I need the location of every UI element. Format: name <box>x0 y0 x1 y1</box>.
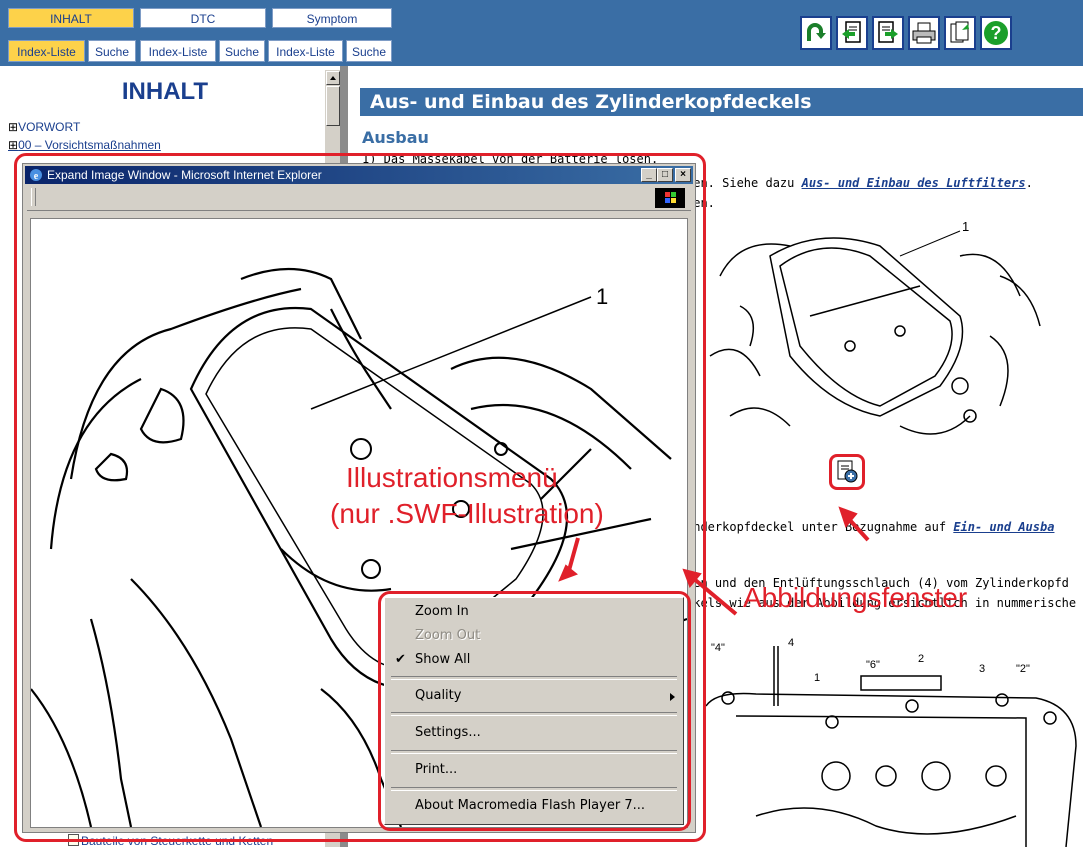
expand-image-button[interactable] <box>829 454 865 490</box>
ie-icon: e <box>29 168 43 182</box>
window-title: Expand Image Window - Microsoft Internet… <box>47 168 322 182</box>
annotation-menu-label-line2: (nur .SWF-Illustration) <box>330 498 604 529</box>
export-button[interactable] <box>944 16 976 50</box>
previous-page-button[interactable] <box>836 16 868 50</box>
back-icon <box>807 23 826 41</box>
tab-inhalt[interactable]: INHALT <box>8 8 134 28</box>
minimize-button[interactable]: _ <box>641 168 657 182</box>
sidebar-item-vorwort[interactable]: ⊞VORWORT <box>8 120 80 134</box>
tab-dtc[interactable]: DTC <box>140 8 266 28</box>
close-button[interactable]: × <box>675 168 691 182</box>
sidebar-heading: INHALT <box>121 78 209 105</box>
expand-icon[interactable]: ⊞ <box>8 120 18 134</box>
figure2-label: "2" <box>1016 663 1030 675</box>
subtab-index-liste-1[interactable]: Index-Liste <box>8 40 85 62</box>
figure2-label: 1 <box>814 672 820 684</box>
figure2-label: "6" <box>866 659 880 671</box>
engine-figure-1: 1 <box>709 219 1041 435</box>
top-toolbar-frame: INHALT DTC Symptom Index-Liste Suche Ind… <box>0 0 1083 66</box>
help-icon: ? <box>984 21 1008 45</box>
subtab-suche-1[interactable]: Suche <box>88 40 136 62</box>
link-ein-und-ausbau[interactable]: Ein- und Ausba <box>953 520 1054 534</box>
section-heading: Ausbau <box>362 128 429 147</box>
subtab-index-liste-3[interactable]: Index-Liste <box>268 40 343 62</box>
figure-callout: 1 <box>962 219 969 234</box>
help-button[interactable]: ? <box>980 16 1012 50</box>
figure2-label: "4" <box>711 642 725 654</box>
print-icon <box>912 22 936 44</box>
figure2-label: 4 <box>788 637 794 649</box>
previous-page-icon <box>842 21 861 43</box>
figure2-label: 3 <box>979 663 985 675</box>
figure2-label: 2 <box>918 653 924 665</box>
svg-text:e: e <box>34 171 39 182</box>
subtab-suche-2[interactable]: Suche <box>219 40 265 62</box>
window-toolbar <box>27 186 691 211</box>
window-titlebar[interactable]: e Expand Image Window - Microsoft Intern… <box>25 166 693 184</box>
engine-figure-2: "4" 4 1 "6" 2 3 "2" <box>705 637 1077 847</box>
tab-symptom[interactable]: Symptom <box>272 8 392 28</box>
scroll-up-arrow-icon[interactable] <box>326 71 340 85</box>
expand-icon[interactable]: ⊞ <box>8 138 18 152</box>
windows-logo-icon <box>655 188 685 208</box>
annotation-window-label: Abbildungsfenster <box>743 582 968 613</box>
back-button[interactable] <box>800 16 832 50</box>
illustration-callout: 1 <box>596 284 608 309</box>
zoom-in-icon <box>837 460 858 483</box>
next-page-button[interactable] <box>872 16 904 50</box>
annotation-menu-outline <box>378 591 691 831</box>
next-page-icon <box>878 21 898 43</box>
export-icon <box>950 21 969 43</box>
scroll-thumb[interactable] <box>326 86 340 126</box>
page-title: Aus- und Einbau des Zylinderkopfdeckels <box>360 88 1083 116</box>
svg-text:?: ? <box>991 23 1002 43</box>
annotation-menu-label-line1: Illustrationsmenü <box>346 462 558 493</box>
toolbar-grip[interactable] <box>31 188 36 206</box>
link-luftfilter[interactable]: Aus- und Einbau des Luftfilters <box>802 176 1026 190</box>
print-button[interactable] <box>908 16 940 50</box>
step-4-text: inderkopfdeckel unter Bezugnahme auf Ein… <box>686 520 1055 534</box>
maximize-button[interactable]: □ <box>657 168 673 182</box>
sidebar-item-vorsichtsmassnahmen[interactable]: ⊞00 – Vorsichtsmaßnahmen <box>8 138 161 152</box>
subtab-index-liste-2[interactable]: Index-Liste <box>140 40 216 62</box>
subtab-suche-3[interactable]: Suche <box>346 40 392 62</box>
step-2-text: uen. Siehe dazu Aus- und Einbau des Luft… <box>686 176 1033 190</box>
